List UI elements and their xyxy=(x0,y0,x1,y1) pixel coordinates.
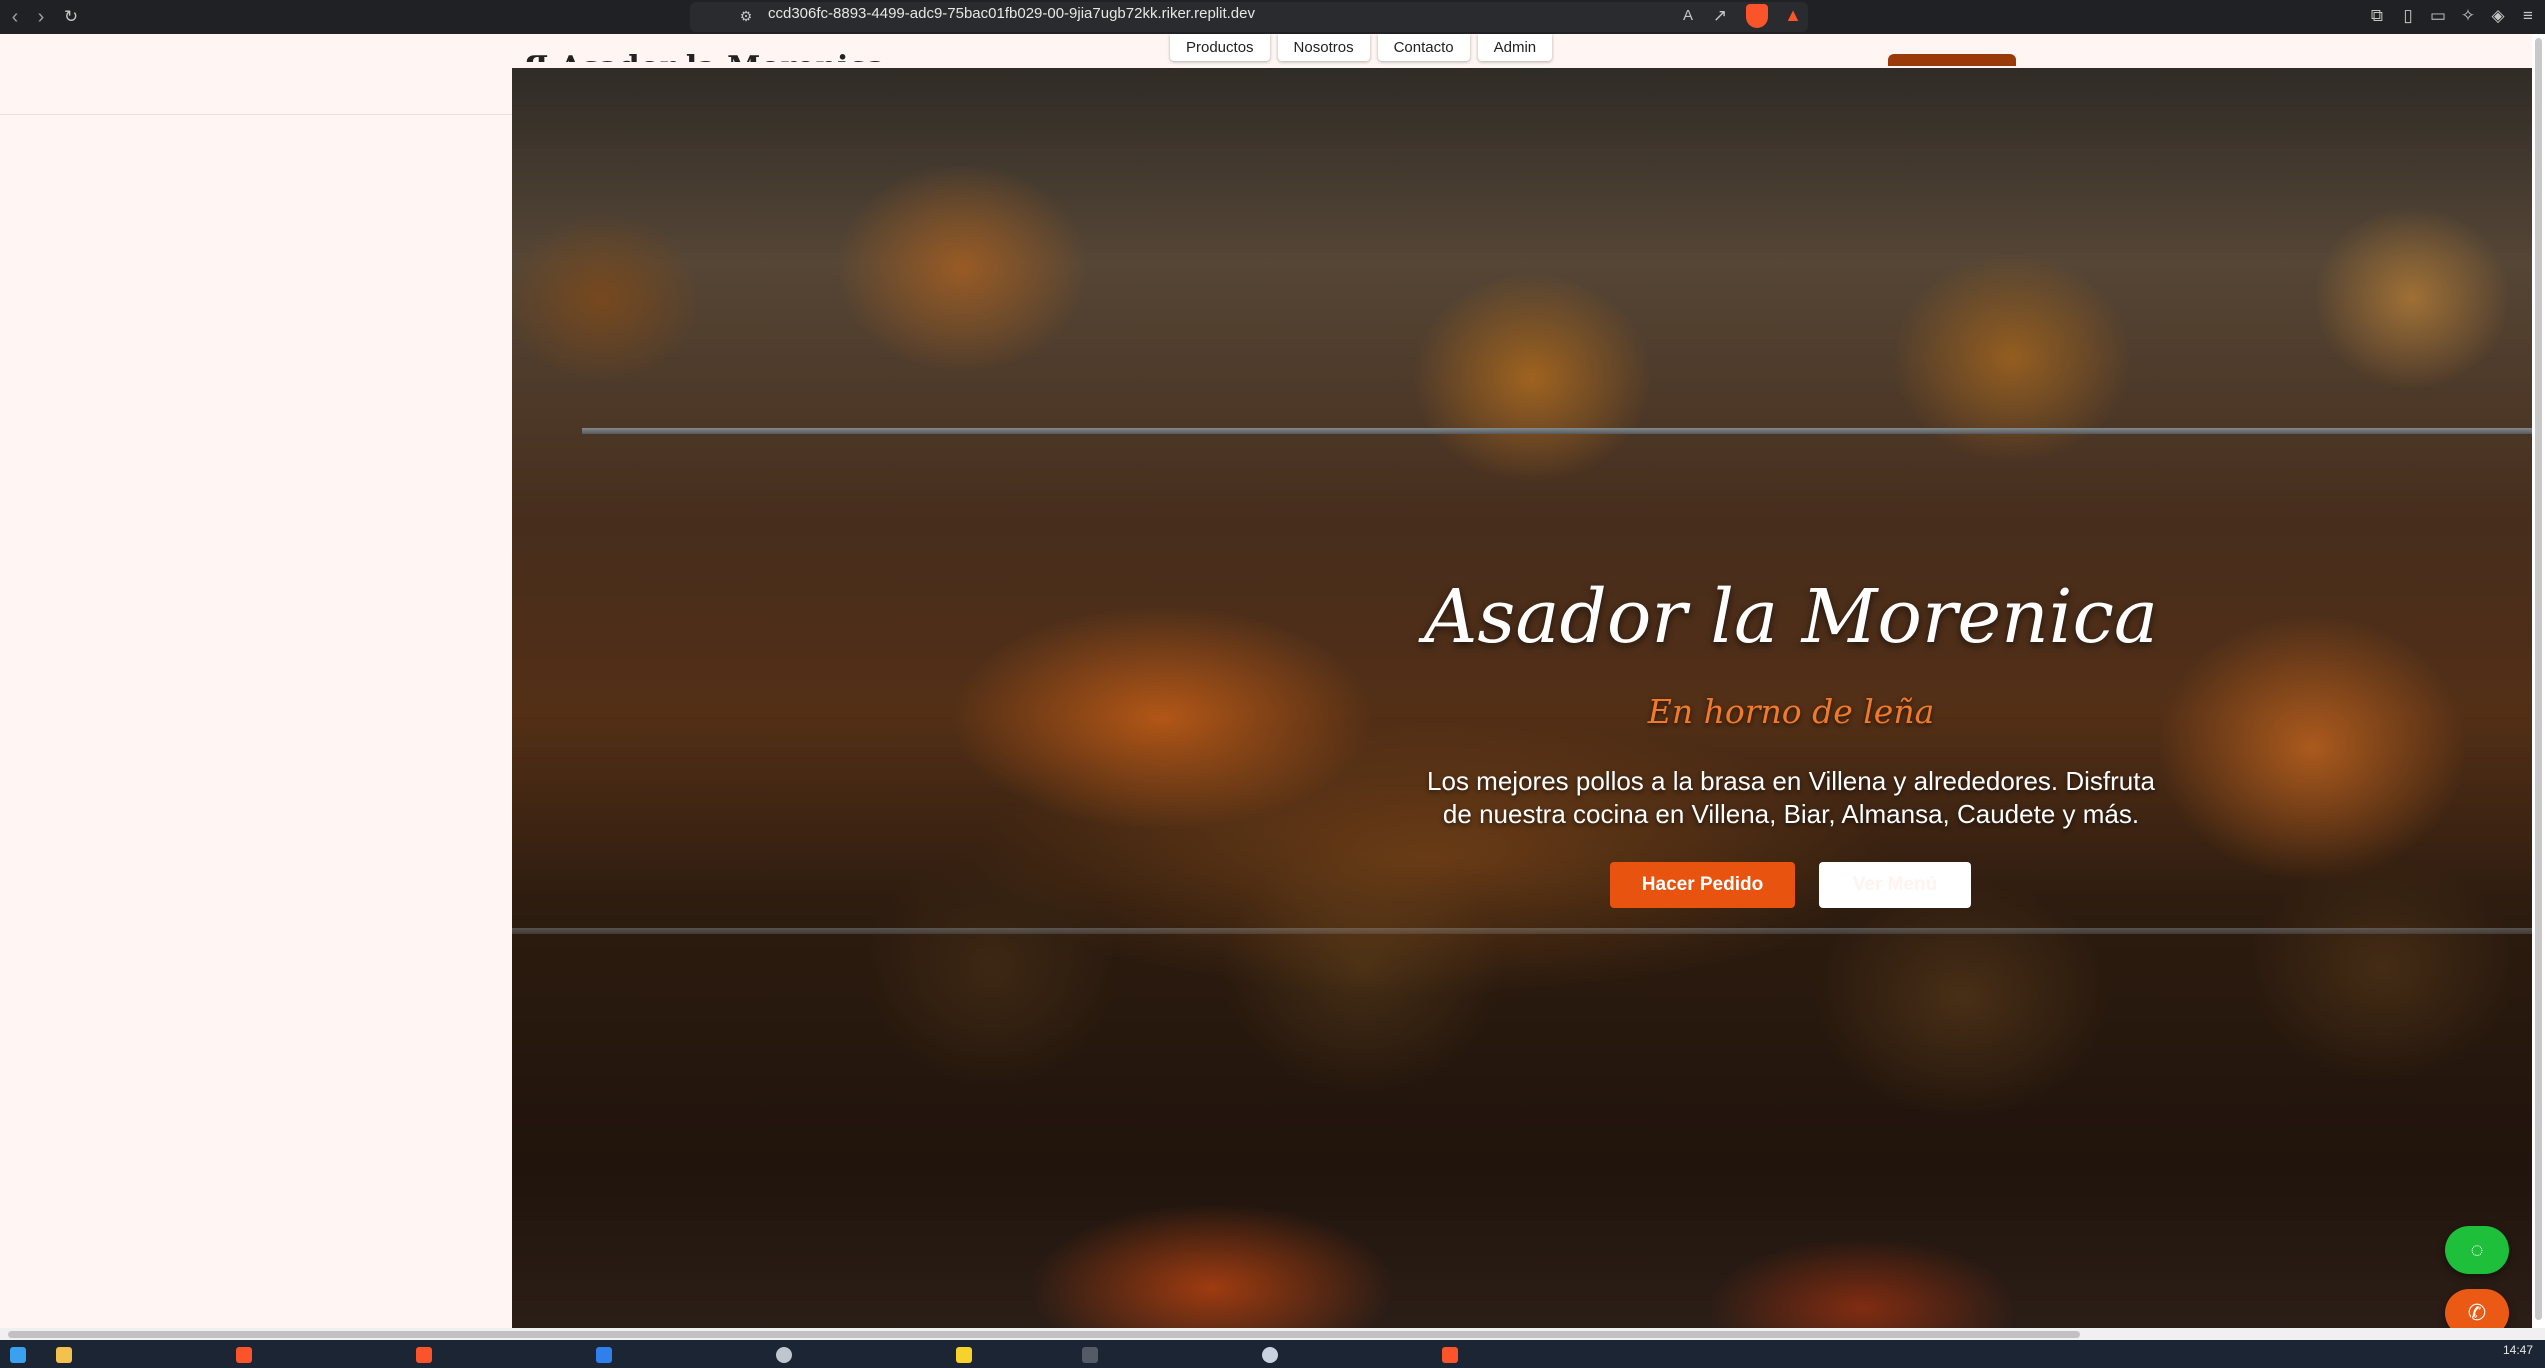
hero-section xyxy=(512,68,2532,1328)
phone-icon: ✆ xyxy=(2467,1300,2487,1325)
order-button[interactable]: Hacer Pedido xyxy=(1610,862,1795,908)
chat-icon: ◌ xyxy=(2470,1237,2484,1262)
taskbar-explorer[interactable] xyxy=(56,1344,72,1366)
horizontal-scrollbar[interactable] xyxy=(0,1328,2545,1340)
taskbar-browser-tab[interactable] xyxy=(236,1344,252,1366)
vpn-icon[interactable]: ◈ xyxy=(2486,4,2510,28)
extensions-icon[interactable]: ⧉ xyxy=(2365,4,2389,28)
taskbar-terminal[interactable] xyxy=(1082,1344,1098,1366)
hero-description: Los mejores pollos a la brasa en Villena… xyxy=(1427,766,2155,829)
browser-toolbar: ‹ › ↻ ⚐ ⚙ ccd306fc-8893-4499-adc9-75bac0… xyxy=(0,0,2545,34)
url-text[interactable]: ccd306fc-8893-4499-adc9-75bac01fb029-00-… xyxy=(768,0,1255,34)
taskbar-folder[interactable] xyxy=(956,1344,972,1366)
site-info-icon[interactable]: ⚙ xyxy=(734,4,758,28)
start-icon[interactable] xyxy=(10,1344,26,1366)
forward-icon[interactable]: › xyxy=(28,4,54,30)
taskbar-browser-tab[interactable] xyxy=(1442,1344,1458,1366)
wallet-icon[interactable]: ▭ xyxy=(2426,4,2450,28)
brave-shield-icon[interactable] xyxy=(1746,4,1768,28)
reload-icon[interactable]: ↻ xyxy=(58,4,84,30)
nav-productos[interactable]: Productos xyxy=(1170,34,1270,61)
brave-rewards-icon[interactable]: ▲ xyxy=(1782,4,1804,26)
nav-admin[interactable]: Admin xyxy=(1477,34,1553,61)
share-icon[interactable]: ↗ xyxy=(1708,4,1732,28)
scroll-thumb[interactable] xyxy=(8,1331,2080,1338)
translate-icon[interactable]: A xyxy=(1676,4,1700,28)
nav-contacto[interactable]: Contacto xyxy=(1377,34,1470,61)
menu-icon[interactable]: ≡ xyxy=(2516,4,2540,28)
header-cta-button[interactable] xyxy=(1888,54,2016,66)
leo-icon[interactable]: ✧ xyxy=(2456,4,2480,28)
taskbar-clock[interactable]: 14:47 xyxy=(2503,1343,2533,1357)
site-logo[interactable]: ꟼ Asador la Morenica xyxy=(526,48,886,62)
call-button[interactable]: ✆ xyxy=(2445,1289,2509,1328)
menu-button[interactable]: Ver Menú xyxy=(1819,862,1971,908)
header-divider xyxy=(0,114,512,115)
main-nav: Productos Nosotros Contacto Admin xyxy=(1170,34,1553,61)
taskbar-vscode[interactable] xyxy=(596,1344,612,1366)
nav-nosotros[interactable]: Nosotros xyxy=(1277,34,1370,61)
whatsapp-button[interactable]: ◌ xyxy=(2445,1226,2509,1274)
sidebar-icon[interactable]: ▯ xyxy=(2396,4,2420,28)
hero-overlay xyxy=(512,68,2532,1328)
taskbar: 14:47 xyxy=(0,1340,2545,1368)
scroll-thumb[interactable] xyxy=(2535,38,2542,1320)
taskbar-app[interactable] xyxy=(776,1344,792,1366)
vertical-scrollbar[interactable] xyxy=(2532,34,2545,1328)
page: ꟼ Asador la Morenica Productos Nosotros … xyxy=(0,34,2545,1328)
back-icon[interactable]: ‹ xyxy=(2,4,28,30)
taskbar-app[interactable] xyxy=(1262,1344,1278,1366)
hero-title: Asador la Morenica xyxy=(1423,574,2159,660)
hero-subtitle: En horno de leña xyxy=(1647,692,1935,731)
taskbar-browser-tab[interactable] xyxy=(416,1344,432,1366)
